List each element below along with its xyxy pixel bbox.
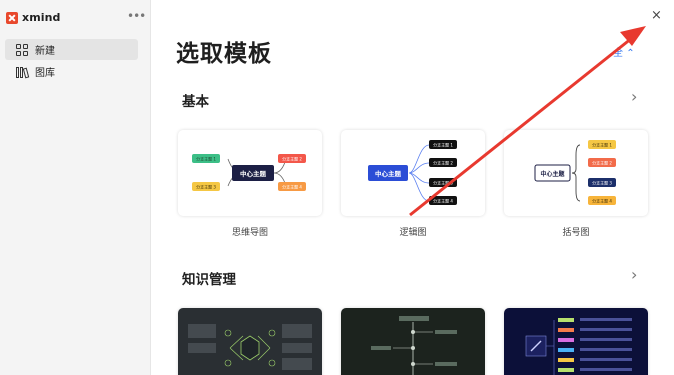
- branch-topic: 分支主题 2: [592, 160, 612, 166]
- main-panel: × 选取模板 全 ⌃ 基本 › 中心主题 分支主题 1 分支主题 3 分支主题 …: [151, 0, 674, 375]
- sidebar-item-new[interactable]: 新建: [5, 39, 138, 60]
- center-topic: 中心主题: [540, 170, 565, 178]
- branch-topic: 分支主题 1: [433, 142, 453, 148]
- chevron-updown-icon: ⌃: [626, 48, 635, 59]
- library-icon: [16, 66, 30, 78]
- center-topic: 中心主题: [375, 169, 402, 178]
- section-title-basic: 基本: [182, 94, 209, 110]
- mindmap-preview: 中心主题 分支主题 1 分支主题 3 分支主题 2 分支主题 4: [192, 154, 306, 191]
- brand-name: xmind: [22, 11, 61, 24]
- chevron-right-icon[interactable]: ›: [631, 87, 637, 106]
- section-title-knowledge: 知识管理: [182, 272, 236, 288]
- navy-brace-preview: [525, 318, 632, 375]
- sidebar-item-label: 图库: [35, 68, 55, 79]
- dark-mindmap-preview: [188, 324, 312, 370]
- sidebar-item-label: 新建: [35, 46, 55, 57]
- branch-topic: 分支主题 1: [196, 156, 216, 162]
- branch-topic: 分支主题 3: [592, 180, 612, 186]
- close-icon[interactable]: ×: [651, 8, 662, 23]
- sidebar: xmind ••• 新建 图库: [0, 0, 151, 375]
- branch-topic: 分支主题 2: [282, 156, 302, 162]
- brace-preview: 中心主题 分支主题 1 分支主题 2 分支主题 3 分支主题 4: [534, 140, 616, 205]
- brand: xmind: [6, 11, 61, 24]
- branch-topic: 分支主题 3: [196, 184, 216, 190]
- template-card-mindmap[interactable]: 中心主题 分支主题 1 分支主题 3 分支主题 2 分支主题 4: [178, 130, 322, 216]
- template-label-mindmap: 思维导图: [231, 228, 268, 238]
- branch-topic: 分支主题 2: [433, 160, 453, 166]
- template-card-logic[interactable]: 中心主题 分支主题 1 分支主题 2 分支主题 3 分支主题 4: [341, 130, 485, 216]
- template-card-knowledge-2[interactable]: [341, 308, 485, 375]
- page-title: 选取模板: [176, 41, 272, 67]
- branch-topic: 分支主题 3: [433, 180, 453, 186]
- sidebar-item-library[interactable]: 图库: [5, 61, 138, 82]
- template-label-logic: 逻辑图: [399, 228, 427, 238]
- template-label-brace: 括号图: [562, 228, 590, 238]
- branch-topic: 分支主题 4: [282, 184, 302, 190]
- chevron-right-icon[interactable]: ›: [631, 265, 637, 284]
- template-card-knowledge-3[interactable]: [504, 308, 648, 375]
- language-value: 全: [613, 48, 623, 59]
- more-options-icon[interactable]: •••: [127, 9, 146, 23]
- xmind-logo-icon: [6, 11, 18, 24]
- branch-topic: 分支主题 1: [592, 142, 612, 148]
- branch-topic: 分支主题 4: [592, 198, 612, 204]
- template-card-brace[interactable]: 中心主题 分支主题 1 分支主题 2 分支主题 3 分支主题 4: [504, 130, 648, 216]
- branch-topic: 分支主题 4: [433, 198, 453, 204]
- logic-preview: 中心主题 分支主题 1 分支主题 2 分支主题 3 分支主题 4: [368, 140, 457, 205]
- grid-icon: [16, 43, 28, 56]
- template-card-knowledge-1[interactable]: [178, 308, 322, 375]
- center-topic: 中心主题: [240, 169, 267, 178]
- app-window: xmind ••• 新建 图库 × 选取模板 全 ⌃ 基本 › 中心主题 分支主…: [0, 0, 674, 375]
- language-selector[interactable]: 全 ⌃: [613, 44, 635, 59]
- timeline-preview: [371, 316, 457, 375]
